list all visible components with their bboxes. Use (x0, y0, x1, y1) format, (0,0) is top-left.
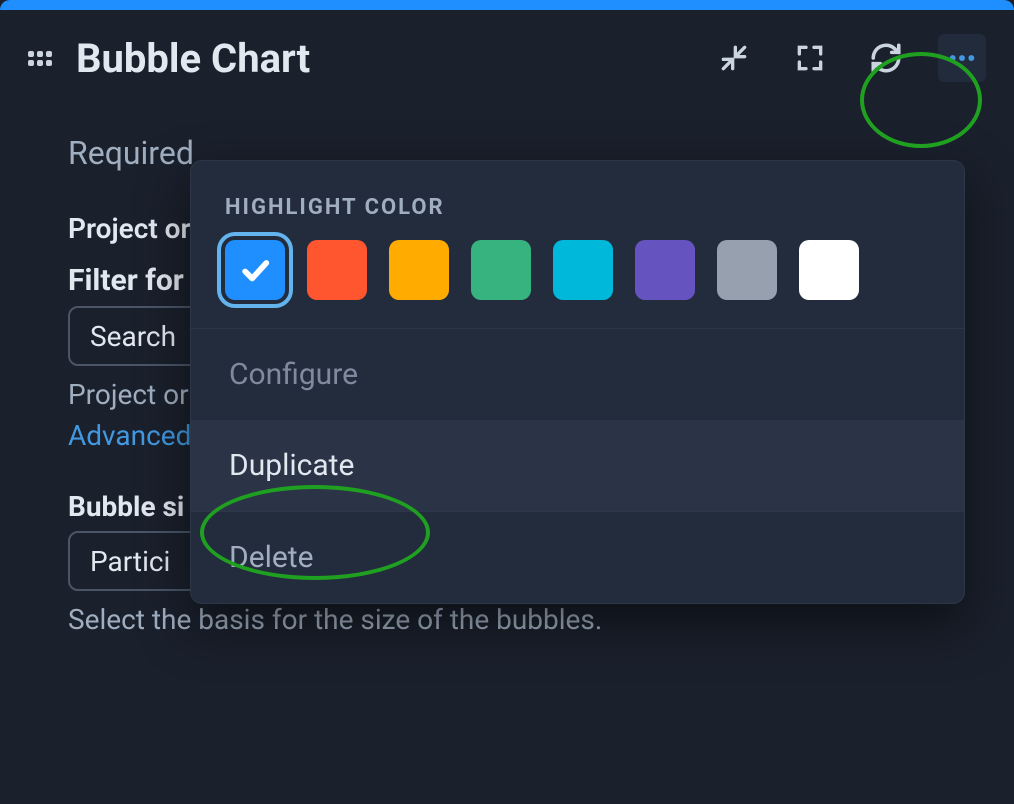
color-swatch-green[interactable] (471, 240, 531, 300)
color-swatch-blue[interactable] (225, 240, 285, 300)
drag-handle-icon[interactable] (28, 51, 52, 66)
refresh-icon[interactable] (862, 34, 910, 82)
filter-search-value: Search (90, 320, 176, 353)
menu-item-delete[interactable]: Delete (191, 512, 964, 603)
bubble-size-hint: Select the basis for the size of the bub… (68, 603, 978, 636)
more-options-menu: HIGHLIGHT COLOR Configure Duplicate Dele… (190, 160, 965, 604)
more-options-button[interactable] (938, 34, 986, 82)
expand-icon[interactable] (786, 34, 834, 82)
check-icon (225, 240, 285, 300)
widget-panel: Bubble Chart (0, 10, 1014, 636)
bubble-size-value: Partici (90, 545, 170, 578)
color-swatch-purple[interactable] (635, 240, 695, 300)
color-swatch-row (191, 240, 964, 328)
advanced-link[interactable]: Advanced (68, 419, 191, 452)
color-swatch-amber[interactable] (389, 240, 449, 300)
widget-title: Bubble Chart (76, 35, 710, 82)
collapse-icon[interactable] (710, 34, 758, 82)
color-swatch-orange[interactable] (307, 240, 367, 300)
widget-header: Bubble Chart (0, 10, 1014, 106)
highlight-color-label: HIGHLIGHT COLOR (191, 161, 964, 240)
window-accent-bar (0, 0, 1014, 10)
color-swatch-cyan[interactable] (553, 240, 613, 300)
menu-item-configure[interactable]: Configure (191, 329, 964, 420)
color-swatch-white[interactable] (799, 240, 859, 300)
color-swatch-gray[interactable] (717, 240, 777, 300)
menu-item-duplicate[interactable]: Duplicate (191, 420, 964, 511)
header-actions (710, 34, 986, 82)
